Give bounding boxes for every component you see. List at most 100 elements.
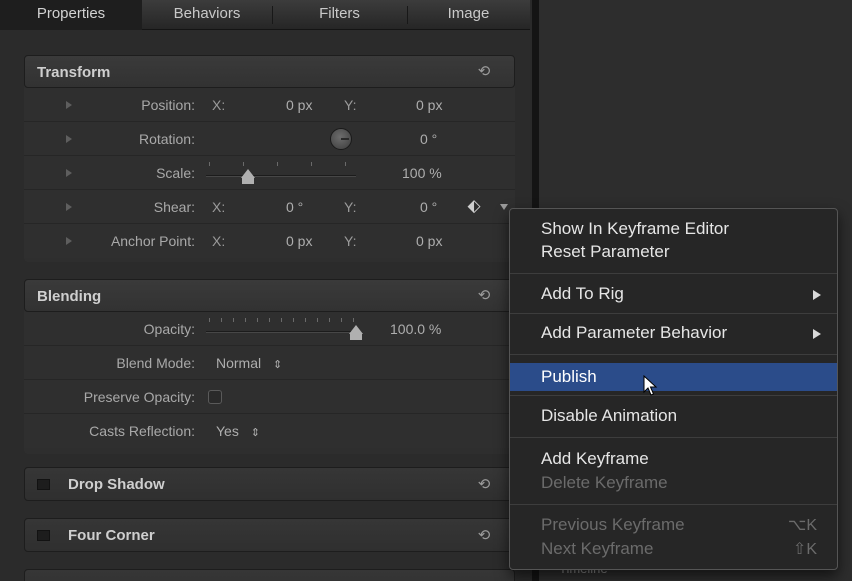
reset-icon[interactable]: ⟲ (476, 64, 492, 80)
disclosure-triangle-icon[interactable] (66, 203, 72, 211)
param-label: Blend Mode: (116, 355, 195, 371)
opacity-slider[interactable] (206, 331, 356, 333)
menu-item-next-keyframe[interactable]: Next Keyframe ⇧K (510, 539, 837, 559)
blend-mode-value: Normal (216, 355, 262, 371)
param-label: Preserve Opacity: (83, 389, 195, 405)
menu-item-add-to-rig[interactable]: Add To Rig (510, 284, 837, 304)
blend-mode-popup[interactable]: Normal ⇕ (216, 346, 282, 382)
slider-ticks (209, 318, 359, 322)
rotation-dial[interactable] (330, 128, 352, 150)
param-label: Rotation: (138, 131, 195, 147)
submenu-arrow-icon (813, 290, 821, 300)
param-label: Anchor Point: (110, 233, 195, 249)
updown-arrows-icon: ⇕ (273, 359, 283, 371)
four-corner-section[interactable]: Four Corner ⟲ (24, 518, 515, 552)
disclosure-triangle-icon[interactable] (66, 101, 72, 109)
y-label: Y: (344, 199, 357, 215)
menu-item-label: Previous Keyframe (541, 515, 685, 534)
next-section[interactable] (24, 569, 515, 581)
chevron-down-icon[interactable] (500, 204, 508, 210)
tab-behaviors[interactable]: Behaviors (142, 0, 272, 30)
menu-item-label: Add To Rig (541, 284, 624, 303)
section-title: Drop Shadow (68, 476, 165, 493)
slider-ticks (209, 162, 359, 166)
menu-separator (510, 395, 837, 396)
menu-item-delete-keyframe[interactable]: Delete Keyframe (510, 473, 837, 493)
disclosure-triangle-icon[interactable] (66, 237, 72, 245)
param-label: Scale: (156, 165, 195, 181)
rotation-value[interactable]: 0 ° (420, 122, 437, 156)
inspector-tabs: Properties Behaviors Filters Image (0, 0, 530, 30)
menu-item-add-parameter-behavior[interactable]: Add Parameter Behavior (510, 323, 837, 343)
disclosure-triangle-icon[interactable] (66, 169, 72, 177)
blending-section: Blending ⟲ Opacity: 100.0 % Blend Mode: … (24, 279, 515, 454)
menu-item-label: Add Parameter Behavior (541, 323, 728, 342)
menu-item-disable-animation[interactable]: Disable Animation (510, 406, 837, 426)
opacity-row: Opacity: 100.0 % (24, 312, 515, 346)
section-title: Transform (37, 64, 111, 81)
casts-reflection-value: Yes (216, 423, 239, 439)
transform-section: Transform ⟲ Position: X: 0 px Y: 0 px Ro… (24, 55, 515, 262)
anchor-x-value[interactable]: 0 px (286, 224, 312, 258)
anchor-y-value[interactable]: 0 px (416, 224, 442, 258)
tab-filters[interactable]: Filters (272, 0, 407, 30)
casts-reflection-popup[interactable]: Yes ⇕ (216, 414, 260, 450)
enable-checkbox[interactable] (37, 530, 50, 541)
scale-value[interactable]: 100 % (402, 156, 442, 190)
position-y-value[interactable]: 0 px (416, 88, 442, 122)
position-row: Position: X: 0 px Y: 0 px (24, 88, 515, 122)
menu-separator (510, 504, 837, 505)
drop-shadow-section[interactable]: Drop Shadow ⟲ (24, 467, 515, 501)
anchor-point-row: Anchor Point: X: 0 px Y: 0 px (24, 224, 515, 258)
param-label: Opacity: (143, 321, 195, 337)
shear-x-value[interactable]: 0 ° (286, 190, 303, 224)
x-label: X: (212, 199, 226, 215)
blending-header[interactable]: Blending ⟲ (24, 279, 515, 312)
scale-slider-thumb[interactable] (241, 169, 255, 184)
reset-icon[interactable]: ⟲ (476, 288, 492, 304)
casts-reflection-row: Casts Reflection: Yes ⇕ (24, 414, 515, 448)
menu-item-add-keyframe[interactable]: Add Keyframe (510, 449, 837, 469)
menu-item-publish[interactable]: Publish (510, 363, 837, 391)
menu-separator (510, 437, 837, 438)
y-label: Y: (344, 97, 357, 113)
preserve-opacity-row: Preserve Opacity: (24, 380, 515, 414)
opacity-value[interactable]: 100.0 % (390, 312, 441, 346)
position-x-value[interactable]: 0 px (286, 88, 312, 122)
menu-item-show-in-keyframe-editor[interactable]: Show In Keyframe Editor (510, 219, 837, 239)
x-label: X: (212, 97, 226, 113)
menu-item-previous-keyframe[interactable]: Previous Keyframe ⌥K (510, 515, 837, 535)
tab-properties[interactable]: Properties (0, 0, 142, 30)
keyframe-diamond-icon[interactable]: ⬖ (465, 197, 483, 215)
shear-row: Shear: X: 0 ° Y: 0 ° ⬖ (24, 190, 515, 224)
shear-y-value[interactable]: 0 ° (420, 190, 437, 224)
disclosure-triangle-icon[interactable] (66, 135, 72, 143)
tab-image[interactable]: Image (407, 0, 530, 30)
updown-arrows-icon: ⇕ (250, 427, 260, 439)
enable-checkbox[interactable] (37, 479, 50, 490)
preserve-opacity-checkbox[interactable] (208, 390, 222, 404)
param-label: Shear: (153, 199, 195, 215)
section-title: Blending (37, 288, 102, 305)
transform-header[interactable]: Transform ⟲ (24, 55, 515, 88)
submenu-arrow-icon (813, 329, 821, 339)
opacity-slider-thumb[interactable] (349, 325, 363, 340)
section-title: Four Corner (68, 527, 155, 544)
param-label: Position: (141, 97, 195, 113)
rotation-row: Rotation: 0 ° (24, 122, 515, 156)
scale-slider[interactable] (206, 175, 356, 177)
menu-item-reset-parameter[interactable]: Reset Parameter (510, 242, 837, 262)
scale-row: Scale: 100 % (24, 156, 515, 190)
menu-separator (510, 273, 837, 274)
menu-separator (510, 354, 837, 355)
blend-mode-row: Blend Mode: Normal ⇕ (24, 346, 515, 380)
y-label: Y: (344, 233, 357, 249)
reset-icon[interactable]: ⟲ (476, 528, 492, 544)
shortcut-label: ⌥K (787, 517, 817, 534)
reset-icon[interactable]: ⟲ (476, 477, 492, 493)
shortcut-label: ⇧K (792, 541, 817, 558)
menu-separator (510, 313, 837, 314)
mouse-pointer-icon (643, 375, 658, 396)
inspector-panel: Properties Behaviors Filters Image Trans… (0, 0, 530, 581)
x-label: X: (212, 233, 226, 249)
